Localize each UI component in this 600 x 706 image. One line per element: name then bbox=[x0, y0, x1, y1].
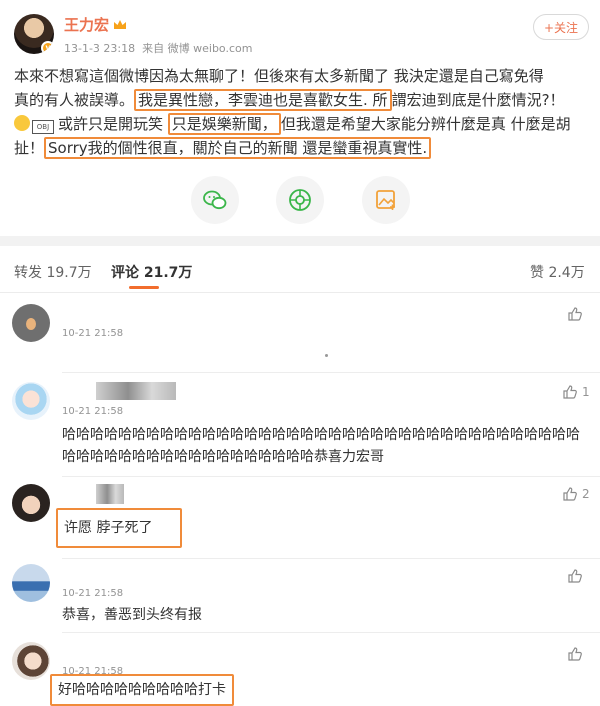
post-timestamp: 13-1-3 23:18 bbox=[64, 42, 136, 55]
like-icon bbox=[568, 307, 582, 321]
smile-emoji-icon bbox=[14, 115, 30, 131]
highlight-box-1: 我是異性戀，李雲迪也是喜歡女生. 所 bbox=[134, 89, 392, 111]
comment-like-button[interactable]: 2 bbox=[562, 486, 590, 502]
tabs-divider bbox=[0, 292, 600, 293]
post-text-1: 本來不想寫這個微博因為太無聊了！但後來有太多新聞了 我決定還是自己寫免得 bbox=[14, 67, 544, 85]
post-text-2: 真的有人被誤導。 bbox=[14, 91, 135, 109]
author-name[interactable]: 王力宏 bbox=[64, 14, 109, 35]
comment-divider bbox=[62, 558, 600, 559]
post-text-6: 扯！ bbox=[14, 139, 45, 157]
blurred-username bbox=[96, 484, 124, 504]
moments-icon bbox=[289, 189, 311, 211]
crown-icon bbox=[113, 19, 127, 31]
comment-divider bbox=[62, 632, 600, 633]
comment-item: 2 许愿 脖子死了 bbox=[0, 480, 600, 560]
loading-dot bbox=[325, 354, 328, 357]
commenter-avatar[interactable] bbox=[12, 304, 50, 342]
interaction-tabs: 转发 19.7万 评论 21.7万 赞 2.4万 bbox=[0, 252, 600, 292]
wechat-share-button[interactable] bbox=[191, 176, 239, 224]
post-source: 来自 微博 weibo.com bbox=[142, 42, 253, 55]
like-icon bbox=[568, 569, 582, 583]
like-count: 1 bbox=[582, 385, 590, 399]
highlight-box-3: Sorry我的個性很直，關於自己的新聞 還是蠻重視真實性. bbox=[44, 137, 432, 159]
tab-repost[interactable]: 转发 19.7万 bbox=[14, 262, 92, 282]
comment-time: 10-21 21:58 bbox=[62, 328, 124, 339]
comment-text: 许愿 脖子死了 bbox=[56, 508, 183, 548]
weibo-post: v 王力宏 13-1-3 23:18 来自 微博 weibo.com +关注 本… bbox=[0, 0, 600, 232]
post-text-4: 或許只是開玩笑 bbox=[58, 115, 164, 133]
like-count: 2 bbox=[582, 487, 590, 501]
post-text-3: 謂宏迪到底是什麼情況?！ bbox=[391, 91, 565, 109]
tab-active-indicator bbox=[129, 286, 159, 289]
tab-likes[interactable]: 赞 2.4万 bbox=[530, 262, 585, 282]
verified-icon: v bbox=[41, 41, 54, 54]
comment-time: 10-21 21:58 bbox=[62, 588, 124, 599]
comment-item: 10-21 21:58 bbox=[0, 300, 600, 370]
post-meta: 13-1-3 23:18 来自 微博 weibo.com bbox=[64, 40, 252, 56]
author-avatar[interactable]: v bbox=[14, 14, 54, 54]
comment-like-button[interactable] bbox=[567, 568, 583, 584]
comment-item: 10-21 21:58 好哈哈哈哈哈哈哈哈哈打卡 bbox=[0, 638, 600, 706]
comment-text: 恭喜，善恶到头终有报 bbox=[62, 607, 202, 623]
highlight-box-2: 只是娛樂新聞， bbox=[167, 113, 281, 135]
comment-time: 10-21 21:58 bbox=[62, 406, 124, 417]
comment-item: 10-21 21:58 恭喜，善恶到头终有报 bbox=[0, 560, 600, 640]
comment-like-button[interactable] bbox=[567, 646, 583, 662]
comment-text-wrap: 好哈哈哈哈哈哈哈哈哈打卡 bbox=[50, 674, 578, 706]
comment-like-button[interactable]: 1 bbox=[562, 384, 590, 400]
follow-button[interactable]: +关注 bbox=[533, 14, 589, 40]
comment-text-wrap: 许愿 脖子死了 bbox=[56, 508, 584, 548]
commenter-avatar[interactable] bbox=[12, 484, 50, 522]
section-divider bbox=[0, 236, 600, 246]
comment-divider bbox=[62, 372, 600, 373]
like-icon bbox=[568, 647, 582, 661]
comment-text: 哈哈哈哈哈哈哈哈哈哈哈哈哈哈哈哈哈哈哈哈哈哈哈哈哈哈哈哈哈哈哈哈哈哈哈哈哈哈哈哈… bbox=[62, 427, 580, 465]
post-text-5: 但我還是希望大家能分辨什麼是真 什麼是胡 bbox=[280, 115, 571, 133]
comment-divider bbox=[62, 476, 600, 477]
comment-like-button[interactable] bbox=[567, 306, 583, 322]
commenter-avatar[interactable] bbox=[12, 564, 50, 602]
comment-item: 10-21 21:58 1 哈哈哈哈哈哈哈哈哈哈哈哈哈哈哈哈哈哈哈哈哈哈哈哈哈哈… bbox=[0, 376, 600, 476]
image-share-icon bbox=[376, 190, 395, 210]
commenter-avatar[interactable] bbox=[12, 642, 50, 680]
blurred-username bbox=[96, 382, 176, 400]
tab-comments[interactable]: 评论 21.7万 bbox=[111, 262, 192, 282]
like-icon bbox=[563, 385, 577, 399]
post-body: 本來不想寫這個微博因為太無聊了！但後來有太多新聞了 我決定還是自己寫免得 真的有… bbox=[14, 64, 588, 160]
moments-share-button[interactable] bbox=[276, 176, 324, 224]
wechat-icon bbox=[203, 190, 227, 210]
author-name-row[interactable]: 王力宏 bbox=[64, 14, 127, 35]
like-icon bbox=[563, 487, 577, 501]
image-share-button[interactable] bbox=[362, 176, 410, 224]
share-row bbox=[0, 176, 600, 224]
commenter-avatar[interactable] bbox=[12, 382, 50, 420]
comment-text: 好哈哈哈哈哈哈哈哈哈打卡 bbox=[50, 674, 234, 706]
object-placeholder-icon: OBJ bbox=[32, 120, 54, 134]
